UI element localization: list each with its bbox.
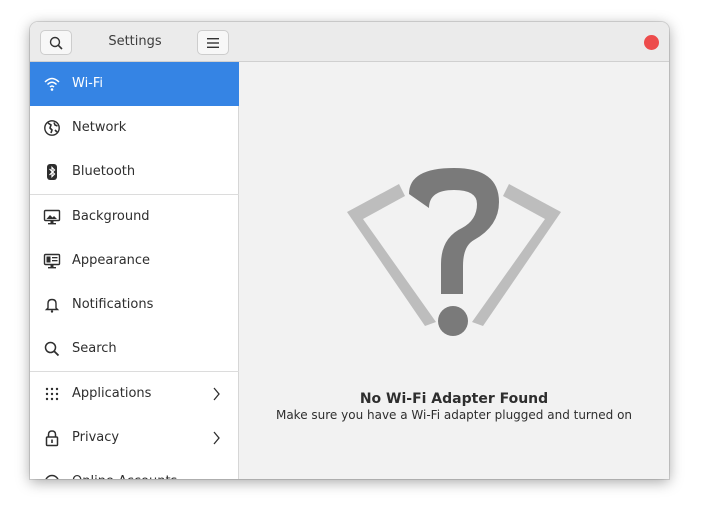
- wifi-icon: [44, 77, 60, 91]
- sidebar-item-label: Bluetooth: [72, 164, 136, 179]
- sidebar-item-label: Online Accounts: [72, 460, 177, 479]
- empty-state-subtitle: Make sure you have a Wi-Fi adapter plugg…: [275, 408, 633, 422]
- bell-icon: [44, 298, 60, 313]
- menu-button[interactable]: [197, 30, 229, 55]
- search-icon: [49, 36, 63, 50]
- sidebar-item-search[interactable]: Search: [30, 327, 239, 371]
- empty-state-title: No Wi-Fi Adapter Found: [359, 391, 549, 407]
- lock-icon: [45, 430, 59, 447]
- sidebar-item-online-accounts[interactable]: Online Accounts: [30, 460, 239, 479]
- sidebar-item-label: Notifications: [72, 297, 154, 312]
- search-icon: [44, 341, 60, 357]
- sidebar-item-label: Privacy: [72, 430, 120, 445]
- sidebar-item-network[interactable]: Network: [30, 106, 239, 150]
- wifi-unknown-icon: [347, 168, 561, 336]
- app-grid-icon: [45, 387, 59, 401]
- bluetooth-icon: [47, 164, 57, 180]
- sidebar-item-label: Wi-Fi: [72, 76, 104, 91]
- wifi-panel: No Wi-Fi Adapter Found Make sure you hav…: [239, 62, 669, 479]
- sidebar-item-label: Background: [72, 209, 150, 224]
- sidebar-item-background[interactable]: Background: [30, 195, 239, 239]
- sidebar-item-label: Applications: [72, 386, 152, 401]
- chevron-right-icon: [213, 431, 220, 445]
- close-button[interactable]: [644, 35, 659, 50]
- online-accounts-icon: [45, 474, 59, 479]
- sidebar-item-label: Network: [72, 120, 127, 135]
- hamburger-menu-icon: [207, 37, 219, 48]
- settings-window: Settings Wi-Fi Network Bluetooth Backgro…: [30, 22, 669, 479]
- sidebar-item-applications[interactable]: Applications: [30, 372, 239, 416]
- window-title: Settings: [108, 34, 162, 49]
- content-header: [239, 22, 669, 62]
- globe-icon: [44, 120, 60, 136]
- sidebar-item-bluetooth[interactable]: Bluetooth: [30, 150, 239, 194]
- sidebar: Settings Wi-Fi Network Bluetooth Backgro…: [30, 22, 239, 479]
- search-button[interactable]: [40, 30, 72, 55]
- sidebar-header: Settings: [30, 22, 239, 62]
- sidebar-nav: Wi-Fi Network Bluetooth Background Appea…: [30, 62, 239, 479]
- sidebar-item-label: Search: [72, 341, 117, 356]
- sidebar-item-label: Appearance: [72, 253, 151, 268]
- monitor-icon: [43, 209, 61, 225]
- chevron-right-icon: [213, 387, 220, 401]
- sidebar-item-wifi[interactable]: Wi-Fi: [30, 62, 239, 106]
- sidebar-item-privacy[interactable]: Privacy: [30, 416, 239, 460]
- sidebar-item-notifications[interactable]: Notifications: [30, 283, 239, 327]
- sidebar-item-appearance[interactable]: Appearance: [30, 239, 239, 283]
- appearance-icon: [43, 253, 61, 269]
